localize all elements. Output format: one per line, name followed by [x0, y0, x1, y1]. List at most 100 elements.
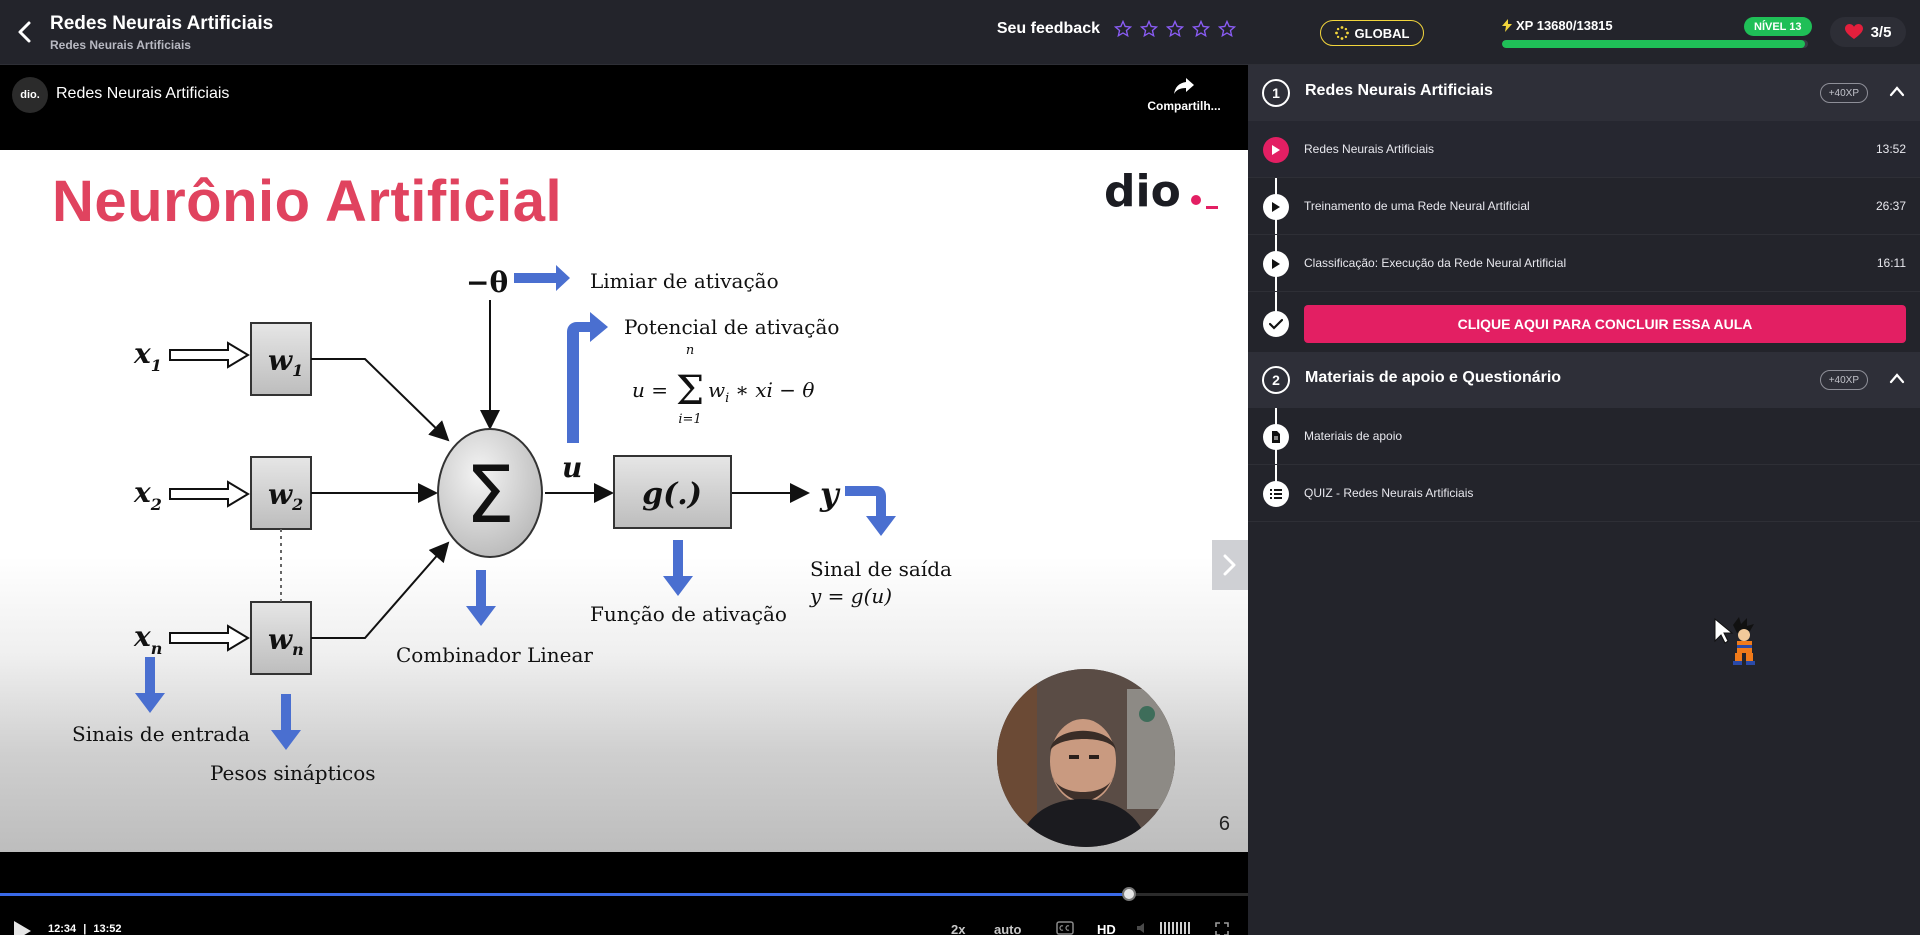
section-title: Materiais de apoio e Questionário	[1305, 369, 1562, 386]
formula-tail: ∗ xi − θ	[735, 378, 814, 402]
section-header-1[interactable]: 1 Redes Neurais Artificiais +40XP	[1248, 65, 1920, 121]
x2-label: x	[133, 476, 151, 509]
section-number: 1	[1262, 79, 1290, 107]
captions-icon[interactable]	[1056, 921, 1074, 935]
w1-label: w	[268, 344, 293, 377]
lesson-item[interactable]: QUIZ - Redes Neurais Artificiais	[1248, 465, 1920, 522]
global-ranking-button[interactable]: GLOBAL	[1320, 20, 1424, 46]
heart-icon	[1844, 24, 1863, 39]
lesson-item[interactable]: Classificação: Execução da Rede Neural A…	[1248, 235, 1920, 292]
formula-lhs: u =	[632, 378, 668, 402]
w1-sub: 1	[292, 361, 303, 380]
input-signals-label: Sinais de entrada	[72, 722, 250, 746]
current-time: 12:34	[48, 923, 77, 935]
share-button[interactable]: Compartilh...	[1138, 77, 1230, 113]
lesson-title: Redes Neurais Artificiais	[1304, 142, 1435, 156]
star-icon[interactable]	[1114, 20, 1132, 38]
presenter-image	[997, 669, 1175, 847]
x2-sub: 2	[150, 495, 162, 514]
xp-progress-fill	[1502, 40, 1805, 48]
star-icon[interactable]	[1140, 20, 1158, 38]
play-icon	[1263, 137, 1289, 163]
lightning-icon	[1502, 19, 1512, 32]
section-number: 2	[1262, 366, 1290, 394]
star-icon[interactable]	[1192, 20, 1210, 38]
chevron-up-icon[interactable]	[1888, 83, 1906, 101]
list-icon	[1263, 481, 1289, 507]
play-icon[interactable]	[12, 920, 32, 935]
lesson-duration: 26:37	[1875, 199, 1906, 213]
sigma-symbol: Σ	[465, 451, 514, 541]
xp-progress-bar	[1502, 40, 1808, 48]
course-sidebar: 1 Redes Neurais Artificiais +40XP Redes …	[1248, 65, 1920, 935]
quality-auto-button[interactable]: auto	[994, 922, 1021, 935]
input-arrow-n	[169, 624, 250, 652]
svg-text:x2: x2	[133, 476, 162, 514]
section-xp-badge: +40XP	[1819, 370, 1868, 390]
time-separator: |	[83, 923, 87, 935]
potential-label: Potencial de ativação	[624, 315, 839, 339]
next-lesson-arrow[interactable]	[1212, 540, 1248, 590]
video-progress-fill	[0, 893, 1130, 896]
course-title: Redes Neurais Artificiais	[50, 13, 274, 34]
threshold-arrow	[514, 265, 570, 291]
formula-sum-bottom: i=1	[678, 412, 701, 427]
video-time: 12:34 | 13:52	[48, 923, 121, 935]
level-badge: NÍVEL 13	[1744, 17, 1812, 36]
formula-w: w	[708, 378, 725, 402]
input-arrow-1	[169, 341, 250, 369]
speed-button[interactable]: 2x	[951, 922, 965, 935]
formula-sum-top: n	[686, 343, 694, 358]
lesson-item[interactable]: Materiais de apoio	[1248, 408, 1920, 465]
play-icon	[1263, 194, 1289, 220]
chevron-right-icon	[1223, 554, 1236, 576]
lesson-duration: 16:11	[1876, 256, 1906, 270]
hd-button[interactable]: HD	[1097, 922, 1116, 935]
video-player[interactable]: dio. Redes Neurais Artificiais Compartil…	[0, 65, 1248, 935]
video-progress-knob[interactable]	[1122, 887, 1137, 901]
conclude-lesson-button[interactable]: CLIQUE AQUI PARA CONCLUIR ESSA AULA	[1304, 305, 1906, 343]
section-header-2[interactable]: 2 Materiais de apoio e Questionário +40X…	[1248, 352, 1920, 408]
formula-w-sub: i	[725, 391, 729, 406]
video-controls: 12:34 | 13:52 2x auto HD	[0, 852, 1248, 935]
threshold-label: Limiar de ativação	[590, 269, 779, 293]
feedback-rating: Seu feedback	[997, 20, 1236, 38]
section-title: Redes Neurais Artificiais	[1305, 82, 1493, 99]
chevron-up-icon[interactable]	[1888, 370, 1906, 388]
app-root: Redes Neurais Artificiais Redes Neurais …	[0, 0, 1920, 935]
section-xp-badge: +40XP	[1819, 83, 1868, 103]
star-icon[interactable]	[1218, 20, 1236, 38]
xn-label: x	[133, 620, 151, 653]
video-title[interactable]: Redes Neurais Artificiais	[56, 85, 229, 103]
lesson-item[interactable]: Treinamento de uma Rede Neural Artificia…	[1248, 178, 1920, 235]
feedback-label: Seu feedback	[996, 20, 1100, 37]
activation-function-label: Função de ativação	[590, 602, 787, 626]
channel-avatar[interactable]: dio.	[12, 77, 48, 113]
document-icon	[1263, 424, 1289, 450]
lesson-title: Classificação: Execução da Rede Neural A…	[1304, 256, 1567, 270]
slide: Neurônio Artificial dio x1 x2 xn w1 w2 w…	[0, 150, 1248, 852]
star-icon[interactable]	[1166, 20, 1184, 38]
output-arrow	[845, 486, 896, 536]
g-label: g(.)	[642, 477, 702, 512]
slide-page-number: 6	[1218, 813, 1230, 835]
lives-label: 3/5	[1870, 23, 1892, 41]
lives-counter[interactable]: 3/5	[1830, 17, 1906, 47]
u-label: u	[562, 451, 582, 484]
volume-bars-icon[interactable]	[1160, 922, 1196, 934]
video-progress-bar[interactable]	[0, 893, 1248, 896]
share-icon	[1174, 78, 1194, 94]
fullscreen-icon[interactable]	[1215, 922, 1229, 935]
lesson-item[interactable]: Redes Neurais Artificiais 13:52	[1248, 121, 1920, 178]
lesson-duration: 13:52	[1875, 142, 1906, 156]
svg-text:xn: xn	[133, 620, 162, 658]
svg-text:x1: x1	[133, 337, 162, 375]
inputs-arrow	[135, 657, 165, 713]
volume-icon[interactable]	[1136, 922, 1150, 934]
synaptic-weights-label: Pesos sinápticos	[210, 761, 376, 785]
video-top-bar: dio. Redes Neurais Artificiais Compartil…	[0, 65, 1248, 150]
potential-arrow	[567, 312, 608, 443]
w2-label: w	[268, 478, 293, 511]
linear-combiner-label: Combinador Linear	[396, 643, 593, 667]
back-arrow-icon[interactable]	[14, 20, 36, 44]
